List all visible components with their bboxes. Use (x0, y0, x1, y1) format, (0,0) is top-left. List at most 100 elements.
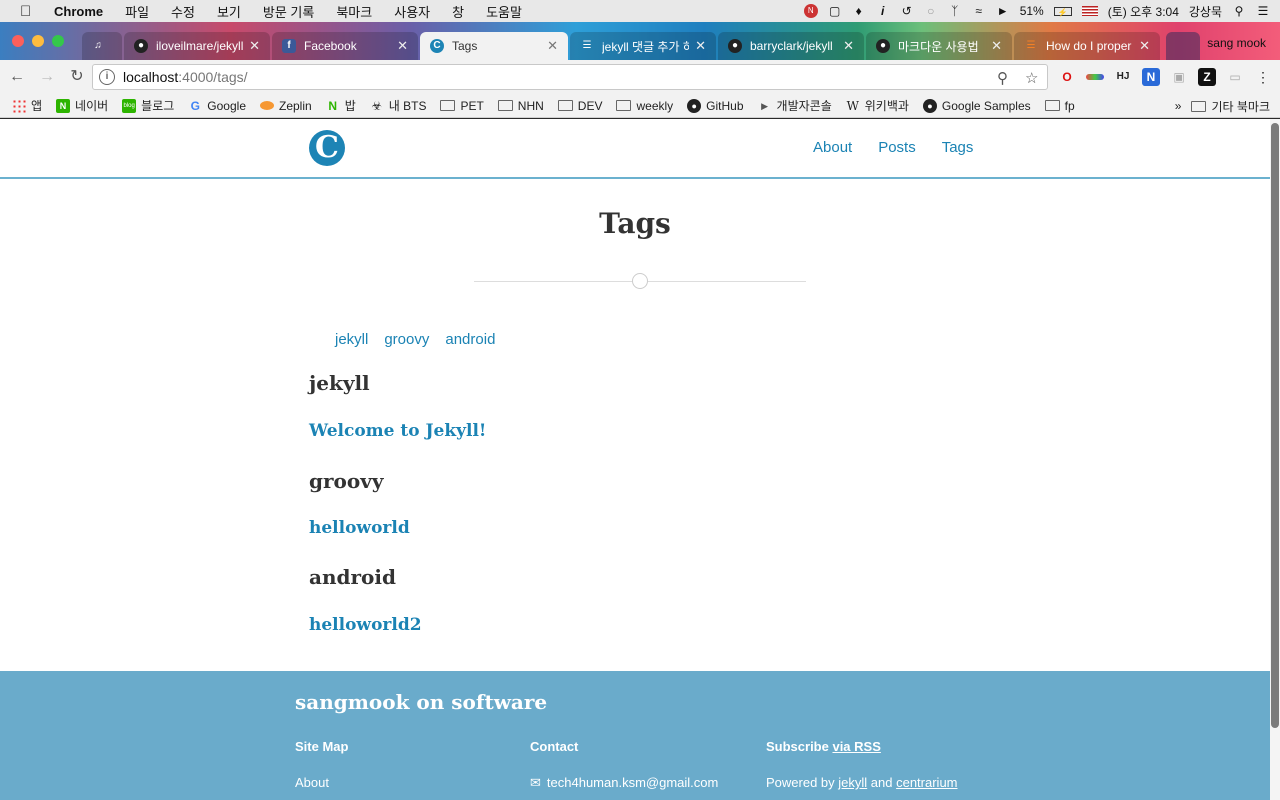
time-machine-icon[interactable]: ↺ (900, 4, 914, 18)
menu-help[interactable]: 도움말 (486, 2, 522, 21)
menu-window[interactable]: 창 (452, 2, 464, 21)
bookmark-folder-weekly[interactable]: weekly (616, 99, 673, 113)
bookmark-zeplin[interactable]: Zeplin (260, 99, 312, 113)
close-tab-icon[interactable]: ✕ (1139, 38, 1150, 54)
bookmark-github[interactable]: ● GitHub (687, 98, 744, 113)
nav-tags-link[interactable]: Tags (942, 139, 974, 156)
bluetooth-icon[interactable]: ᛉ (948, 4, 962, 18)
close-tab-icon[interactable]: ✕ (843, 38, 854, 54)
bookmark-google-samples[interactable]: ● Google Samples (922, 98, 1031, 113)
bookmarks-overflow-icon[interactable]: » (1175, 99, 1182, 113)
bookmark-other[interactable]: 기타 북마크 (1191, 98, 1270, 115)
menu-people[interactable]: 사용자 (394, 2, 430, 21)
zoom-icon[interactable]: ⚲ (997, 69, 1008, 87)
menu-icon[interactable]: ⋮ (1254, 68, 1272, 86)
user-name[interactable]: 강상묵 (1189, 3, 1222, 20)
site-logo[interactable]: C (309, 130, 345, 166)
close-tab-icon[interactable]: ✕ (397, 38, 408, 54)
notification-icon[interactable]: N (803, 4, 818, 18)
bookmark-star-icon[interactable]: ☆ (1025, 69, 1038, 87)
site-footer: sangmook on software Site Map Contact Su… (0, 671, 1270, 800)
menu-app-name[interactable]: Chrome (54, 4, 103, 19)
minimize-window-button[interactable] (32, 35, 44, 47)
bookmark-dev-console[interactable]: ▶ 개발자콘솔 (758, 97, 832, 114)
profile-name[interactable]: sang mook (1207, 36, 1266, 50)
address-bar[interactable]: i localhost:4000/tags/ ⚲ ☆ (92, 64, 1048, 90)
close-tab-icon[interactable]: ✕ (991, 38, 1002, 54)
tab-facebook[interactable]: f Facebook ✕ (272, 32, 418, 60)
spotlight-search-icon[interactable]: ⚲ (1232, 4, 1246, 18)
volume-icon[interactable]: ► (996, 4, 1010, 18)
evernote-icon[interactable]: ♦ (852, 4, 866, 18)
us-flag-icon[interactable] (1081, 6, 1098, 16)
site-info-icon[interactable]: i (99, 69, 115, 85)
menu-bookmarks[interactable]: 북마크 (336, 2, 372, 21)
card-extension-icon[interactable]: ▭ (1226, 68, 1244, 86)
bookmark-folder-fp[interactable]: fp (1044, 99, 1075, 113)
info-icon[interactable]: i (876, 4, 890, 18)
rss-link[interactable]: via RSS (832, 739, 880, 754)
back-icon[interactable]: ← (4, 64, 30, 90)
opera-extension-icon[interactable]: O (1058, 68, 1076, 86)
tab-iloveilmare[interactable]: ● iloveilmare/jekyll ✕ (124, 32, 270, 60)
menu-view[interactable]: 보기 (217, 2, 241, 21)
wifi-icon[interactable]: ≈ (972, 4, 986, 18)
footer-email[interactable]: ✉ tech4human.ksm@gmail.com (530, 775, 718, 791)
close-window-button[interactable] (12, 35, 24, 47)
n-extension-icon[interactable]: N (1142, 68, 1160, 86)
z-extension-icon[interactable]: Z (1198, 68, 1216, 86)
apple-icon[interactable]:  (20, 3, 40, 20)
bookmark-blog[interactable]: blog 블로그 (122, 97, 174, 114)
zoom-window-button[interactable] (52, 35, 64, 47)
notification-center-icon[interactable]: ☰ (1256, 4, 1270, 18)
bookmark-folder-nhn[interactable]: NHN (497, 99, 544, 113)
new-tab-button[interactable] (1166, 32, 1200, 60)
forward-icon[interactable]: → (34, 64, 60, 90)
close-tab-icon[interactable]: ✕ (695, 38, 706, 54)
bookmark-naver[interactable]: N 네이버 (56, 97, 108, 114)
nav-posts-link[interactable]: Posts (878, 139, 916, 156)
window-icon[interactable]: ▢ (828, 4, 842, 18)
centrarium-link[interactable]: centrarium (896, 775, 957, 790)
tab-tags-active[interactable]: C Tags ✕ (420, 32, 568, 60)
powered-and: and (867, 775, 897, 790)
post-link-helloworld[interactable]: helloworld (309, 518, 410, 538)
bookmark-bts[interactable]: ☣ 내 BTS (370, 97, 426, 114)
reload-icon[interactable]: ↻ (64, 64, 90, 90)
tab-barryclark[interactable]: ● barryclark/jekyll ✕ (718, 32, 864, 60)
menu-file[interactable]: 파일 (125, 2, 149, 21)
bookmark-folder-dev[interactable]: DEV (557, 99, 602, 113)
post-link-welcome[interactable]: Welcome to Jekyll! (309, 421, 486, 441)
camera-extension-icon[interactable]: ▣ (1170, 68, 1188, 86)
tag-link-groovy[interactable]: groovy (384, 331, 429, 348)
tab-audio[interactable]: ♫ (82, 32, 122, 60)
tab-how-do-i[interactable]: ☰ How do I proper ✕ (1014, 32, 1160, 60)
jekyll-link[interactable]: jekyll (838, 775, 867, 790)
tab-markdown[interactable]: ● 마크다운 사용법 ✕ (866, 32, 1012, 60)
facebook-icon: f (282, 39, 296, 53)
footer-about-link[interactable]: About (295, 775, 329, 790)
chat-icon[interactable]: ○ (924, 4, 938, 18)
bookmark-wikipedia[interactable]: W 위키백과 (846, 97, 909, 114)
close-tab-icon[interactable]: ✕ (547, 38, 558, 54)
close-tab-icon[interactable]: ✕ (249, 38, 260, 54)
tag-link-jekyll[interactable]: jekyll (335, 331, 368, 348)
page-scrollbar[interactable] (1270, 119, 1280, 800)
menu-edit[interactable]: 수정 (171, 2, 195, 21)
battery-icon[interactable]: ⚡ (1053, 6, 1072, 17)
tag-link-android[interactable]: android (445, 331, 495, 348)
bookmark-label: 밥 (344, 99, 356, 113)
github-icon: ● (728, 39, 742, 53)
post-link-helloworld2[interactable]: helloworld2 (309, 615, 422, 635)
nav-about-link[interactable]: About (813, 139, 852, 156)
bookmark-bab[interactable]: N밥 (326, 97, 356, 114)
bookmark-apps[interactable]: 앱 (12, 97, 42, 114)
color-extension-icon[interactable] (1086, 74, 1104, 80)
bookmark-folder-pet[interactable]: PET (440, 99, 484, 113)
scrollbar-thumb[interactable] (1271, 123, 1279, 728)
datetime[interactable]: (토) 오후 3:04 (1108, 3, 1179, 20)
menu-history[interactable]: 방문 기록 (263, 2, 314, 21)
hj-extension-icon[interactable]: HJ (1114, 68, 1132, 86)
tab-jekyll-comments[interactable]: ☰ jekyll 댓글 추가 하 ✕ (570, 32, 716, 60)
bookmark-google[interactable]: G Google (188, 99, 246, 113)
